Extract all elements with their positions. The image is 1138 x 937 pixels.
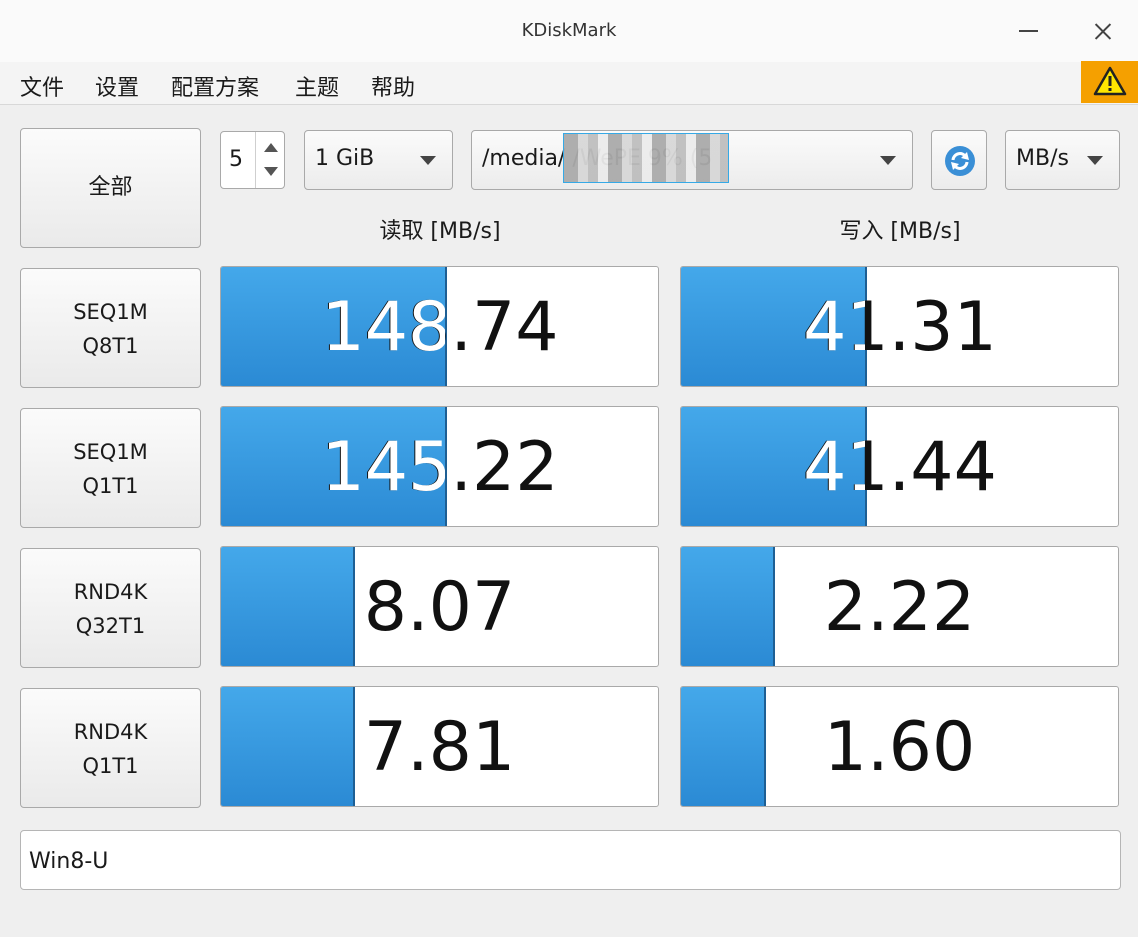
- test-button-3[interactable]: RND4K Q1T1: [20, 688, 201, 808]
- write-value-inverse: 1.60: [681, 687, 764, 806]
- test-name-line1: SEQ1M: [73, 300, 148, 324]
- comment-field[interactable]: [20, 830, 1121, 890]
- write-value-overlay: 41.44: [681, 407, 865, 526]
- chevron-down-icon: [420, 156, 436, 165]
- test-button-2[interactable]: RND4K Q32T1: [20, 548, 201, 668]
- window-title: KDiskMark: [521, 20, 617, 41]
- write-result-2: 2.222.22: [680, 546, 1119, 667]
- test-name-line2: Q32T1: [75, 614, 146, 638]
- menu-profiles[interactable]: 配置方案: [171, 70, 259, 102]
- write-value-overlay: 2.22: [681, 547, 773, 666]
- read-value-overlay: 145.22: [221, 407, 445, 526]
- file-size-select[interactable]: 1 GiB: [304, 130, 453, 190]
- refresh-button[interactable]: [931, 130, 987, 190]
- menu-help[interactable]: 帮助: [371, 70, 415, 102]
- title-bar: KDiskMark: [0, 0, 1138, 63]
- test-name-line1: RND4K: [73, 580, 148, 604]
- write-value-inverse: 41.31: [803, 288, 865, 367]
- menu-settings[interactable]: 设置: [95, 70, 139, 102]
- runs-spinbox[interactable]: 5: [220, 131, 285, 189]
- redacted-region: [563, 133, 729, 183]
- write-column-header: 写入 [MB/s]: [839, 219, 961, 244]
- read-result-1: 145.22145.22: [220, 406, 659, 527]
- read-result-2: 8.078.07: [220, 546, 659, 667]
- unit-value: MB/s: [1016, 146, 1069, 171]
- write-value-overlay: 41.31: [681, 267, 865, 386]
- run-all-button[interactable]: 全部: [20, 128, 201, 248]
- read-result-0: 148.74148.74: [220, 266, 659, 387]
- write-value-inverse: 41.44: [803, 428, 865, 507]
- test-name-line2: Q1T1: [82, 474, 139, 498]
- write-value-overlay: 1.60: [681, 687, 764, 806]
- chevron-down-icon: [1087, 156, 1103, 165]
- read-value-inverse: 145.22: [321, 428, 445, 507]
- test-name-line2: Q8T1: [82, 334, 139, 358]
- close-button[interactable]: [1081, 10, 1125, 52]
- read-value-inverse: 8.07: [221, 547, 353, 666]
- write-result-0: 41.3141.31: [680, 266, 1119, 387]
- write-value-inverse: 2.22: [681, 547, 773, 666]
- runs-value: 5: [229, 147, 243, 172]
- comment-input[interactable]: [27, 843, 1111, 879]
- test-name-line1: SEQ1M: [73, 440, 148, 464]
- menu-theme[interactable]: 主题: [295, 70, 339, 102]
- test-button-0[interactable]: SEQ1M Q8T1: [20, 268, 201, 388]
- read-column-header: 读取 [MB/s]: [379, 219, 501, 244]
- minimize-button[interactable]: [1006, 10, 1050, 52]
- refresh-icon: [945, 146, 975, 176]
- chevron-down-icon: [880, 156, 896, 165]
- read-value-overlay: 148.74: [221, 267, 445, 386]
- read-result-3: 7.817.81: [220, 686, 659, 807]
- warning-indicator[interactable]: [1081, 61, 1138, 103]
- read-value-overlay: 8.07: [221, 547, 353, 666]
- read-value-inverse: 148.74: [321, 288, 445, 367]
- spin-arrows: [255, 132, 286, 188]
- read-value-inverse: 7.81: [221, 687, 353, 806]
- write-result-1: 41.4441.44: [680, 406, 1119, 527]
- target-path-select[interactable]: /media/ /WePE 9% (5: [471, 130, 913, 190]
- file-size-value: 1 GiB: [315, 146, 375, 171]
- spin-down-icon[interactable]: [264, 167, 278, 176]
- write-result-3: 1.601.60: [680, 686, 1119, 807]
- menu-bar: 文件 设置 配置方案 主题 帮助: [0, 62, 1138, 105]
- unit-select[interactable]: MB/s: [1005, 130, 1120, 190]
- test-name-line2: Q1T1: [82, 754, 139, 778]
- test-name-line1: RND4K: [73, 720, 148, 744]
- spin-up-icon[interactable]: [264, 143, 278, 152]
- warning-icon: [1093, 66, 1127, 96]
- test-button-1[interactable]: SEQ1M Q1T1: [20, 408, 201, 528]
- read-value-overlay: 7.81: [221, 687, 353, 806]
- menu-file[interactable]: 文件: [20, 70, 64, 102]
